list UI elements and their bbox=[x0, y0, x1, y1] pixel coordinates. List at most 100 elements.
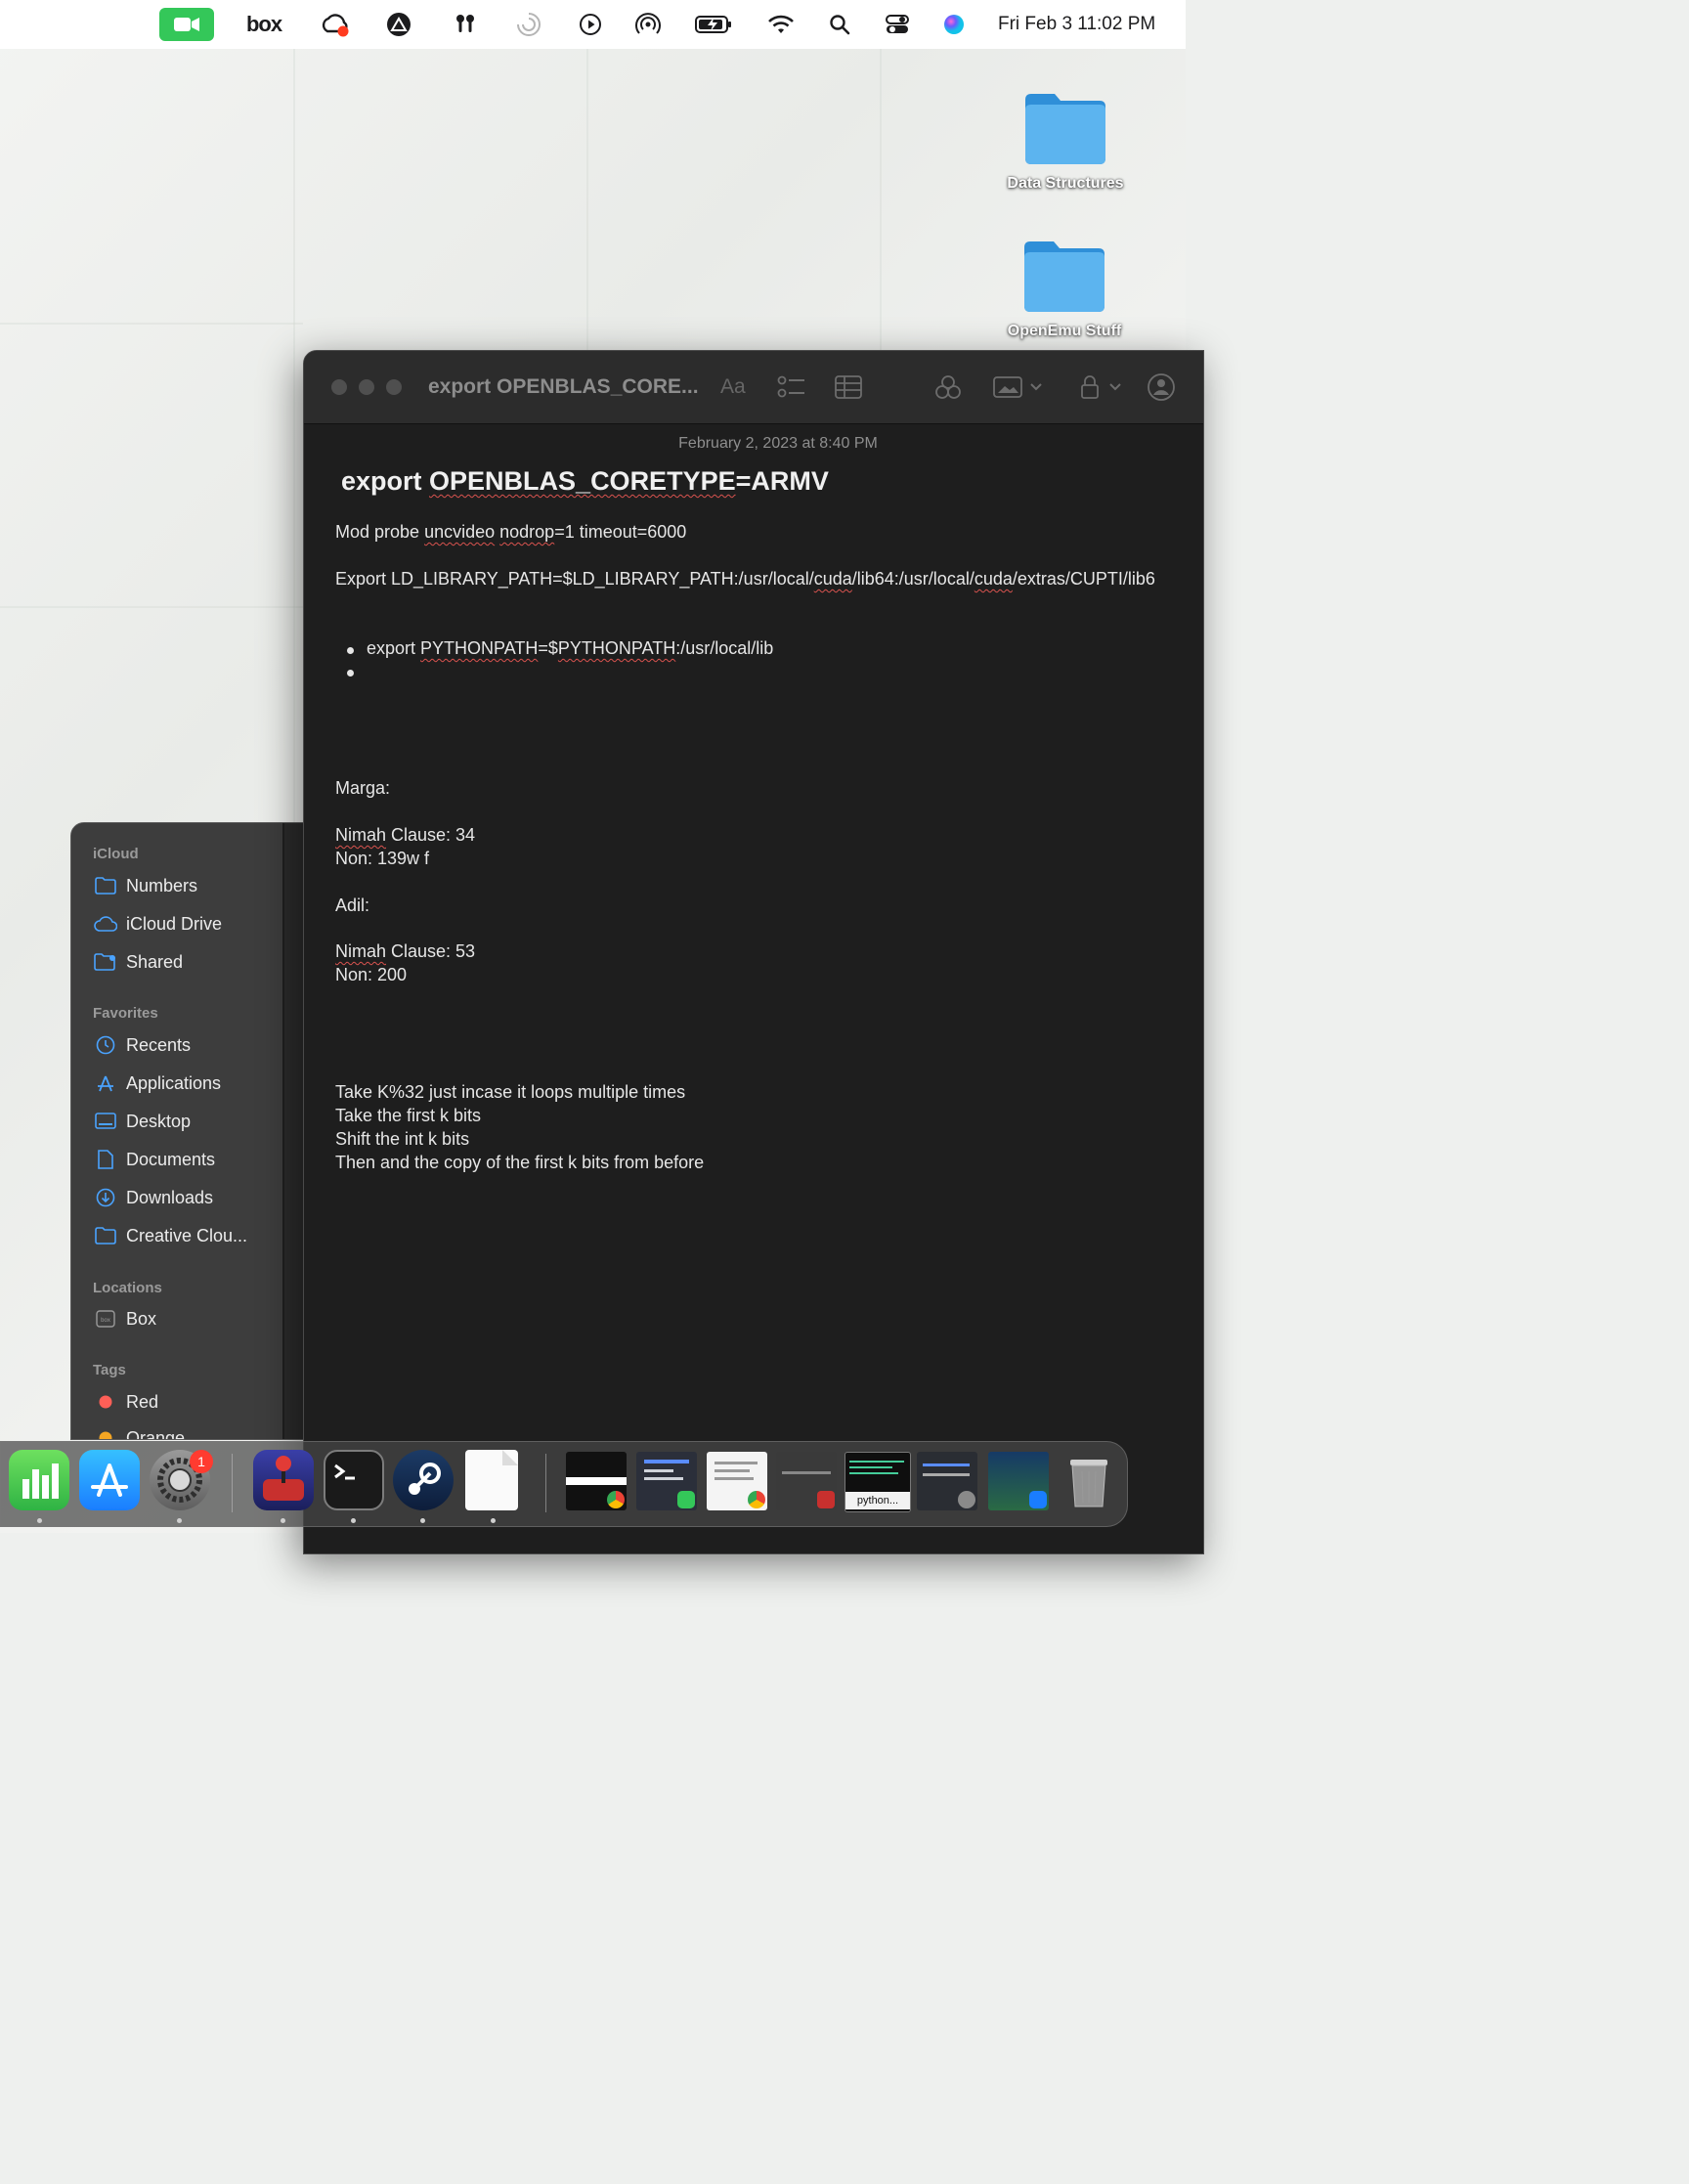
chrome-window-thumbnail[interactable] bbox=[566, 1452, 627, 1510]
sidebar-item-label: Documents bbox=[126, 1149, 216, 1169]
note-line: Then and the copy of the first k bits fr… bbox=[335, 1153, 705, 1172]
sidebar-item-documents[interactable]: Documents bbox=[93, 1143, 279, 1176]
sidebar-item-tag-red[interactable]: Red bbox=[93, 1385, 279, 1419]
sidebar-section-locations: Locations bbox=[93, 1280, 162, 1296]
share-icon[interactable] bbox=[1147, 351, 1176, 423]
minimize-button[interactable] bbox=[359, 379, 374, 395]
spotlight-icon[interactable] bbox=[827, 0, 852, 49]
folder-icon bbox=[93, 877, 118, 895]
note-title-text: export bbox=[341, 466, 430, 496]
note-title-text: OPENBLAS_CORETYPE bbox=[429, 466, 736, 496]
media-icon[interactable] bbox=[993, 351, 1044, 423]
facetime-icon[interactable] bbox=[159, 0, 214, 49]
joystick-app-icon[interactable] bbox=[253, 1450, 314, 1510]
trash-icon[interactable] bbox=[1059, 1450, 1119, 1510]
desktop-folder-data-structures[interactable]: Data Structures bbox=[992, 90, 1139, 193]
sidebar-item-desktop[interactable]: Desktop bbox=[93, 1105, 279, 1138]
note-line: Take the first k bits bbox=[335, 1106, 482, 1125]
siri-icon[interactable] bbox=[941, 0, 967, 49]
sidebar-item-label: Orange bbox=[126, 1427, 186, 1440]
running-indicator bbox=[37, 1518, 42, 1523]
bullet-point bbox=[347, 670, 354, 677]
note-text: Mod probe bbox=[335, 522, 425, 542]
note-line: Non: 139w f bbox=[335, 849, 430, 868]
app-store-icon[interactable] bbox=[79, 1450, 140, 1510]
folder-label: OpenEmu Stuff bbox=[1007, 323, 1122, 339]
zoom-button[interactable] bbox=[386, 379, 402, 395]
cloud-icon bbox=[93, 916, 118, 932]
notes-toolbar: export OPENBLAS_CORE... Aa bbox=[304, 351, 1203, 424]
sidebar-item-label: Applications bbox=[126, 1072, 222, 1093]
control-center-icon[interactable] bbox=[883, 0, 912, 49]
wifi-icon[interactable] bbox=[766, 0, 796, 49]
note-text: Clause: 53 bbox=[386, 941, 476, 961]
folder-icon bbox=[1025, 94, 1105, 164]
desktop-folder-openemu-stuff[interactable]: OpenEmu Stuff bbox=[991, 238, 1138, 340]
running-indicator bbox=[491, 1518, 496, 1523]
numbers-app-icon[interactable] bbox=[9, 1450, 69, 1510]
sidebar-item-label: Box bbox=[126, 1308, 157, 1329]
dock: 1 python... bbox=[0, 1441, 1128, 1527]
sidebar-section-favorites: Favorites bbox=[93, 1005, 158, 1022]
sidebar-item-icloud-drive[interactable]: iCloud Drive bbox=[93, 907, 279, 940]
close-button[interactable] bbox=[331, 379, 347, 395]
format-button[interactable]: Aa bbox=[720, 351, 746, 423]
notification-badge: 1 bbox=[190, 1450, 213, 1473]
note-text: :/usr/local/lib bbox=[675, 638, 774, 658]
terminal-app-icon[interactable] bbox=[324, 1450, 384, 1510]
note-line: Take K%32 just incase it loops multiple … bbox=[335, 1082, 686, 1102]
note-text: nodrop bbox=[499, 522, 555, 542]
settings-icon bbox=[958, 1491, 975, 1508]
airdrop-icon[interactable] bbox=[633, 0, 663, 49]
maps-window-thumbnail[interactable] bbox=[988, 1452, 1049, 1510]
battery-icon[interactable] bbox=[694, 0, 733, 49]
loading-icon[interactable] bbox=[515, 0, 542, 49]
steam-app-icon[interactable] bbox=[393, 1450, 454, 1510]
box-icon[interactable]: box bbox=[239, 0, 288, 49]
sidebar-section-tags: Tags bbox=[93, 1362, 126, 1378]
airpods-icon[interactable] bbox=[452, 0, 479, 49]
sidebar-item-creative-cloud[interactable]: Creative Clou... bbox=[93, 1219, 279, 1252]
app-store-icon bbox=[1029, 1491, 1047, 1508]
sidebar-item-numbers[interactable]: Numbers bbox=[93, 869, 279, 902]
sidebar-section-icloud: iCloud bbox=[93, 846, 139, 862]
creative-cloud-icon[interactable] bbox=[319, 0, 350, 49]
checklist-icon[interactable] bbox=[777, 351, 806, 423]
running-indicator bbox=[177, 1518, 182, 1523]
messages-window-thumbnail[interactable] bbox=[636, 1452, 697, 1510]
vpn-icon[interactable] bbox=[385, 0, 412, 49]
settings-window-thumbnail[interactable] bbox=[917, 1452, 977, 1510]
lock-icon[interactable] bbox=[1080, 351, 1129, 423]
terminal-window-thumbnail[interactable]: python... bbox=[844, 1452, 911, 1512]
note-line: Non: 200 bbox=[335, 965, 408, 984]
chrome-document-thumbnail[interactable] bbox=[707, 1452, 767, 1510]
sidebar-item-box[interactable]: box Box bbox=[93, 1302, 279, 1335]
note-line: Nimah Clause: 34 bbox=[335, 825, 475, 846]
menu-clock[interactable]: Fri Feb 3 11:02 PM bbox=[998, 0, 1155, 49]
svg-text:box: box bbox=[101, 1318, 110, 1324]
note-bullet-line: export PYTHONPATH=$PYTHONPATH:/usr/local… bbox=[367, 638, 773, 659]
sidebar-item-downloads[interactable]: Downloads bbox=[93, 1181, 279, 1214]
box-drive-icon: box bbox=[93, 1310, 118, 1328]
sidebar-item-tag-orange[interactable]: Orange bbox=[93, 1421, 279, 1440]
document-icon bbox=[93, 1150, 118, 1169]
table-icon[interactable] bbox=[835, 351, 862, 423]
sidebar-item-applications[interactable]: Applications bbox=[93, 1067, 279, 1100]
running-indicator bbox=[351, 1518, 356, 1523]
note-text: PYTHONPATH bbox=[420, 638, 539, 658]
note-text: Clause: 34 bbox=[386, 825, 476, 845]
note-line: Shift the int k bits bbox=[335, 1129, 470, 1149]
folder-icon bbox=[1024, 241, 1104, 312]
notes-window: export OPENBLAS_CORE... Aa February 2, 2… bbox=[303, 350, 1204, 1554]
note-text: cuda bbox=[974, 569, 1013, 589]
sidebar-item-shared[interactable]: Shared bbox=[93, 945, 279, 979]
sidebar-item-label: Downloads bbox=[126, 1187, 214, 1207]
sidebar-item-label: Recents bbox=[126, 1034, 192, 1055]
blank-document-icon[interactable] bbox=[465, 1450, 518, 1510]
applications-icon bbox=[93, 1073, 118, 1093]
joystick-window-thumbnail[interactable] bbox=[776, 1452, 837, 1510]
collaborate-icon[interactable] bbox=[933, 351, 963, 423]
play-icon[interactable] bbox=[577, 0, 604, 49]
sidebar-item-recents[interactable]: Recents bbox=[93, 1028, 279, 1062]
sidebar-item-label: Shared bbox=[126, 951, 184, 972]
